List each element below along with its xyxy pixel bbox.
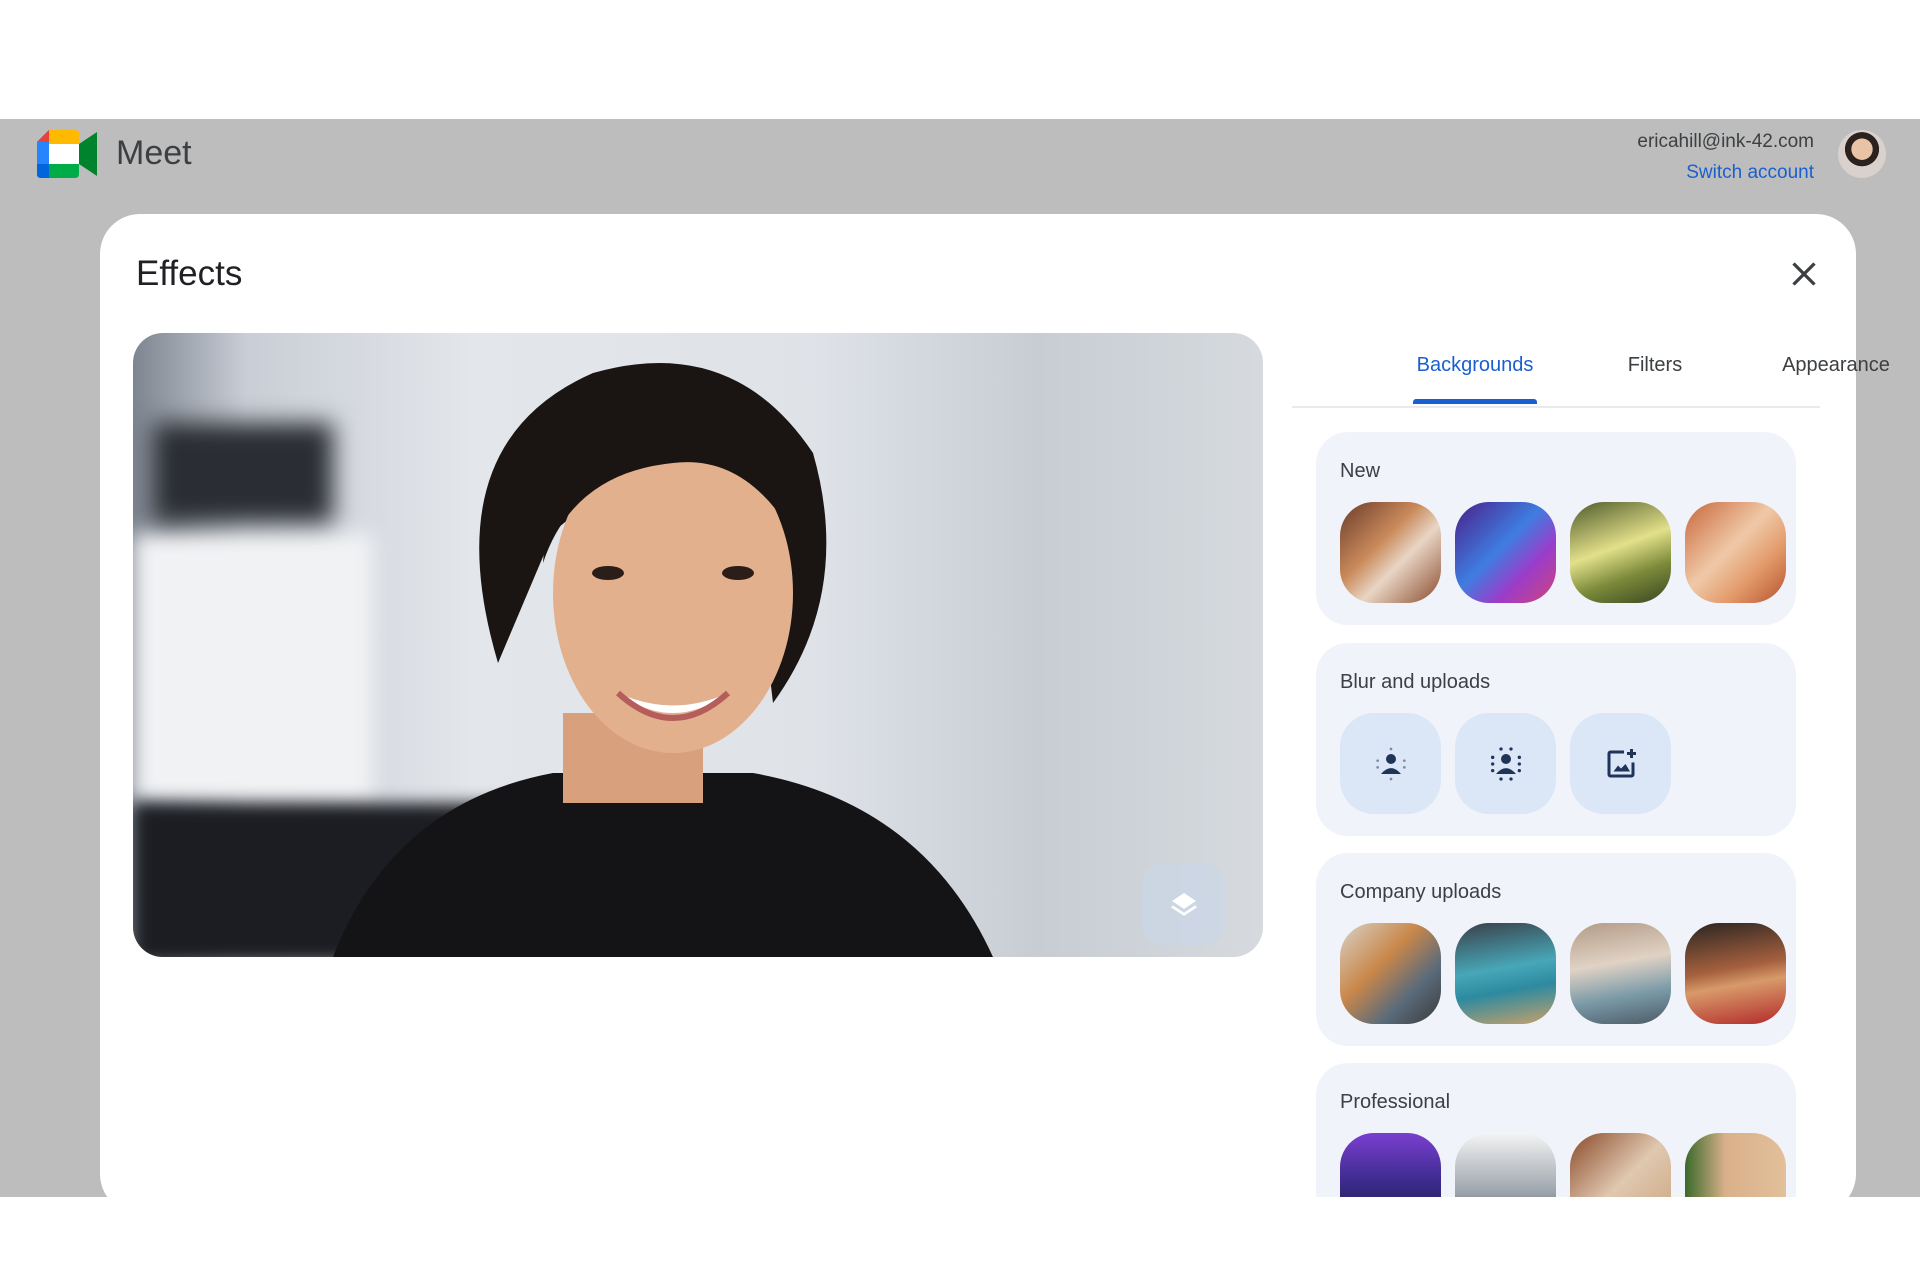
slight-blur-button[interactable] — [1340, 713, 1441, 814]
background-thumbnail[interactable] — [1340, 923, 1441, 1024]
app-name: Meet — [116, 134, 192, 172]
account-email: ericahill@ink-42.com — [1637, 131, 1814, 152]
background-thumbnail[interactable] — [1455, 502, 1556, 603]
background-thumbnail[interactable] — [1455, 923, 1556, 1024]
section-company-uploads: Company uploads — [1316, 853, 1796, 1046]
tab-backgrounds[interactable]: Backgrounds — [1417, 354, 1534, 377]
upload-background-button[interactable] — [1570, 713, 1671, 814]
background-thumbnail[interactable] — [1340, 502, 1441, 603]
meet-logo — [37, 130, 97, 178]
section-blur-and-uploads: Blur and uploads — [1316, 643, 1796, 836]
section-label: New — [1340, 460, 1381, 482]
effects-dialog: Effects Backgrounds Filters Appearance N… — [100, 214, 1890, 1256]
background-thumbnail[interactable] — [1685, 502, 1786, 603]
section-new: New — [1316, 432, 1796, 625]
upload-image-icon — [1607, 748, 1636, 777]
camera-preview — [133, 333, 1263, 957]
section-label: Blur and uploads — [1340, 671, 1491, 693]
layers-icon — [1170, 892, 1197, 916]
section-label: Professional — [1340, 1091, 1451, 1113]
active-tab-indicator — [1413, 399, 1537, 404]
blur-icon — [1490, 746, 1521, 781]
avatar[interactable] — [1838, 130, 1886, 178]
background-thumbnail[interactable] — [1570, 502, 1671, 603]
background-thumbnail[interactable] — [1570, 923, 1671, 1024]
layers-button[interactable] — [1142, 864, 1225, 945]
tab-appearance[interactable]: Appearance — [1782, 354, 1890, 377]
dialog-title: Effects — [136, 254, 243, 293]
close-icon[interactable] — [1786, 256, 1822, 292]
effects-tabs: Backgrounds Filters Appearance — [1292, 344, 1890, 408]
account-info: ericahill@ink-42.com Switch account — [1637, 126, 1814, 188]
background-thumbnail[interactable] — [1685, 923, 1786, 1024]
bottom-margin — [0, 1197, 1920, 1280]
tab-filters[interactable]: Filters — [1628, 354, 1682, 377]
section-label: Company uploads — [1340, 881, 1502, 903]
switch-account-link[interactable]: Switch account — [1637, 157, 1814, 188]
person-image — [333, 363, 993, 957]
blur-button[interactable] — [1455, 713, 1556, 814]
slight-blur-icon — [1375, 747, 1406, 780]
